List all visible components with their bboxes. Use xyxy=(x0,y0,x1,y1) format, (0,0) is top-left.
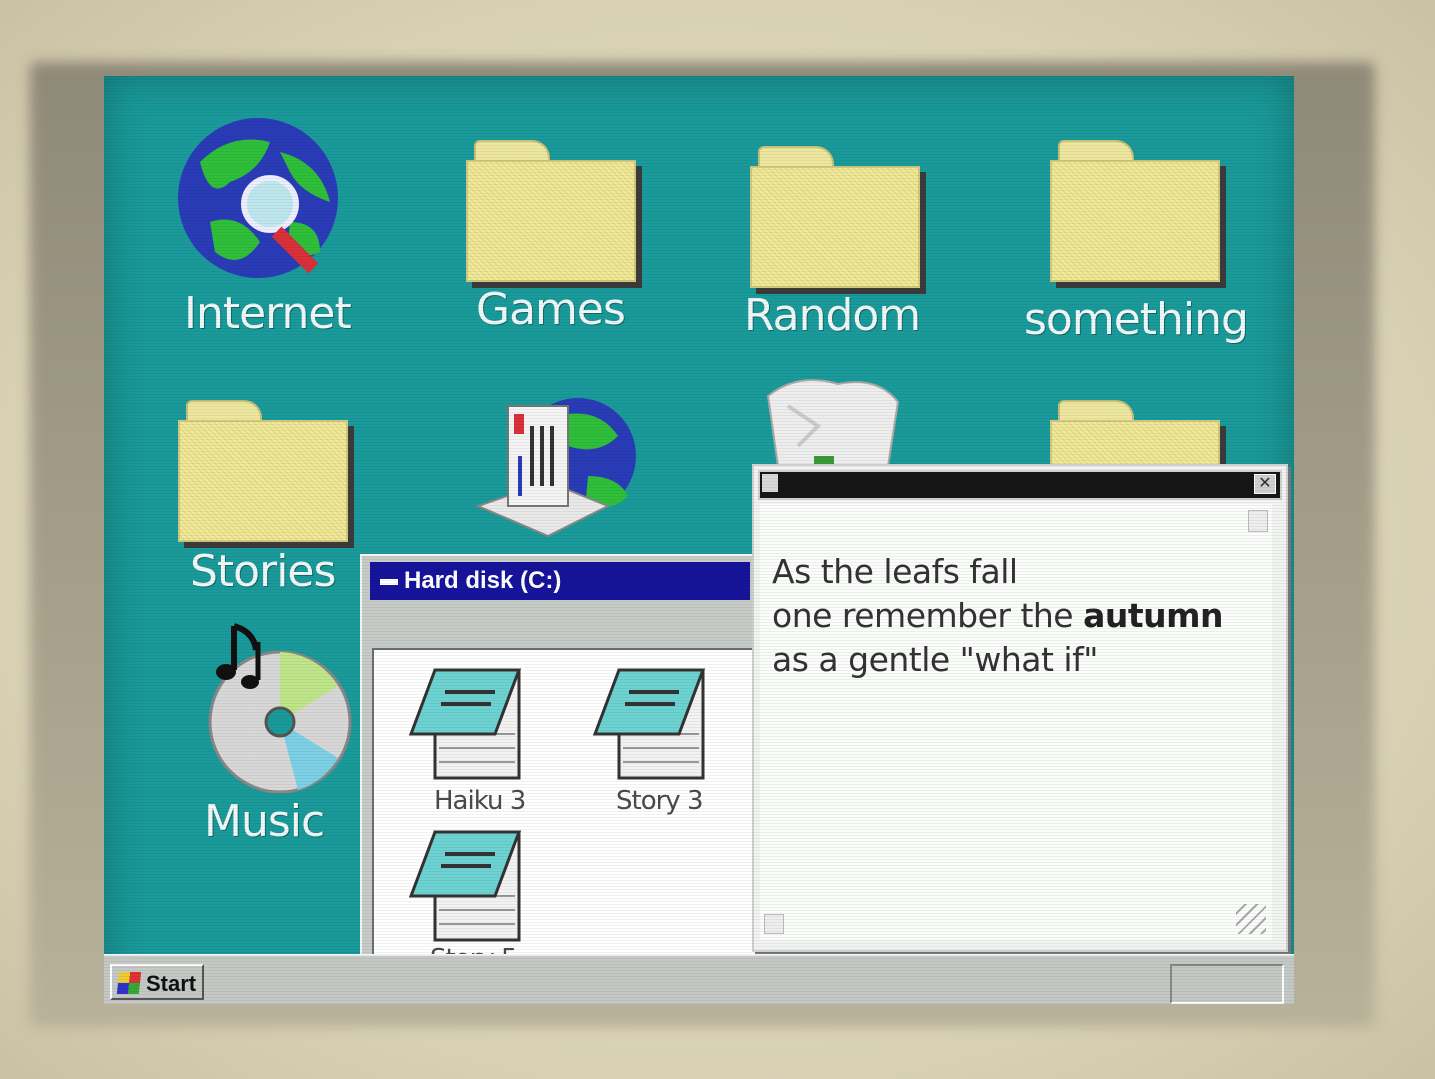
poem-text: As the leafs fall one remember the autum… xyxy=(772,550,1224,682)
start-button[interactable]: Start xyxy=(110,964,204,1000)
notepad-file-icon xyxy=(592,668,706,780)
notepad-text-area[interactable]: As the leafs fall one remember the autum… xyxy=(760,504,1272,940)
desktop-icon-label: Music xyxy=(204,796,325,847)
desktop-icon-label: something xyxy=(1024,294,1249,345)
notepad-file-icon xyxy=(408,668,522,780)
file-haiku-3[interactable]: Haiku 3 xyxy=(402,664,532,816)
file-label: Story 3 xyxy=(616,786,703,816)
scroll-left-button[interactable] xyxy=(764,914,784,934)
explorer-title: Hard disk (C:) xyxy=(404,567,562,594)
scroll-up-button[interactable] xyxy=(1248,510,1268,532)
cd-music-icon xyxy=(208,623,352,794)
file-label: Haiku 3 xyxy=(434,786,526,816)
start-label: Start xyxy=(146,971,197,996)
windows-logo-icon xyxy=(116,972,142,994)
poem-line-2: one remember the autumn xyxy=(772,594,1224,638)
system-tray xyxy=(1170,964,1284,1004)
desktop-icon-label: Internet xyxy=(184,288,352,339)
desktop-icon-something[interactable]: something xyxy=(1024,140,1280,350)
network-computer-icon xyxy=(475,398,636,538)
notepad-titlebar[interactable]: ✕ xyxy=(758,470,1282,500)
file-story-3[interactable]: Story 3 xyxy=(586,664,716,816)
desktop-icon-music[interactable]: Music xyxy=(178,616,378,856)
internet-globe-icon xyxy=(178,118,338,278)
explorer-titlebar[interactable]: Hard disk (C:) xyxy=(370,562,750,600)
desktop-icon-label: Stories xyxy=(190,546,336,597)
desktop-icon-network[interactable] xyxy=(468,386,648,556)
notepad-file-icon xyxy=(408,830,522,942)
desktop-icon-internet[interactable]: Internet xyxy=(164,112,364,342)
resize-grip[interactable] xyxy=(1236,904,1266,934)
poem-bold-word: autumn xyxy=(1083,596,1224,635)
desktop-icon-recycle-bin[interactable] xyxy=(758,376,908,467)
taskbar: Start xyxy=(104,954,1294,1004)
window-menu-icon[interactable] xyxy=(762,474,778,492)
desktop-icon-games[interactable]: Games xyxy=(464,140,664,340)
recycle-bin-icon xyxy=(766,379,900,467)
notepad-window[interactable]: ✕ As the leafs fall one remember the aut… xyxy=(752,464,1288,952)
poem-line-3: as a gentle "what if" xyxy=(772,640,1098,679)
desktop-icon-label: Random xyxy=(744,290,921,341)
window-menu-icon[interactable] xyxy=(380,578,398,585)
close-button[interactable]: ✕ xyxy=(1254,474,1276,494)
poem-line-1: As the leafs fall xyxy=(772,552,1018,591)
desktop-icon-folder[interactable] xyxy=(1050,400,1230,470)
poem-line-2-text: one remember the xyxy=(772,596,1084,635)
desktop-icon-stories[interactable]: Stories xyxy=(178,400,378,600)
desktop-icon-random[interactable]: Random xyxy=(744,146,960,346)
desktop-screen: Internet Games Random something Stories xyxy=(104,76,1294,1004)
desktop-icon-label: Games xyxy=(476,284,626,335)
